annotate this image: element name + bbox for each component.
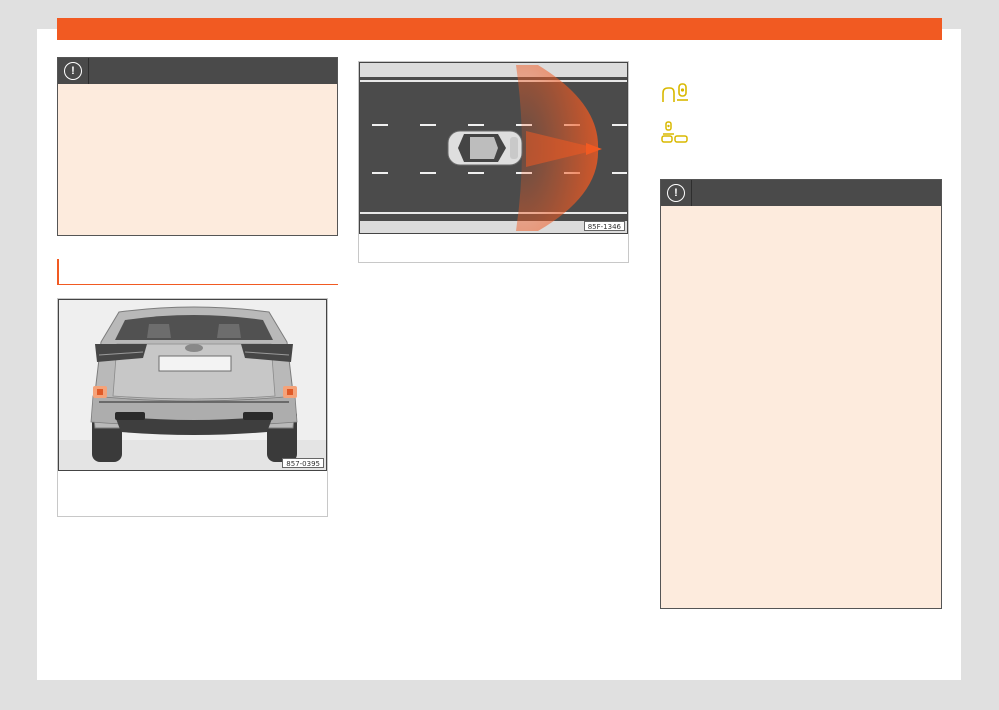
figure-code: 85F-1346 <box>583 221 625 231</box>
warning-header: ! <box>661 180 941 206</box>
header-bar <box>57 18 942 40</box>
warning-header: ! <box>58 58 337 84</box>
vehicle-top-view <box>447 130 523 166</box>
figure-rear-vehicle: 857-0395 <box>57 298 328 517</box>
warning-box-right: ! <box>660 179 942 609</box>
rear-sensor-left <box>93 386 107 398</box>
figure-sensor-coverage: 85F-1346 <box>358 61 629 263</box>
warning-box-left: ! <box>57 57 338 236</box>
section-heading-rule <box>57 259 338 285</box>
road-coverage-illustration: 85F-1346 <box>359 62 628 234</box>
rear-vehicle-illustration: 857-0395 <box>58 299 327 471</box>
parking-sensor-icon <box>660 82 690 111</box>
traffic-sensor-icon <box>660 121 690 150</box>
rear-sensor-right <box>283 386 297 398</box>
figure-code: 857-0395 <box>282 458 324 468</box>
exclamation-icon: ! <box>661 180 692 206</box>
exclamation-icon: ! <box>58 58 89 84</box>
